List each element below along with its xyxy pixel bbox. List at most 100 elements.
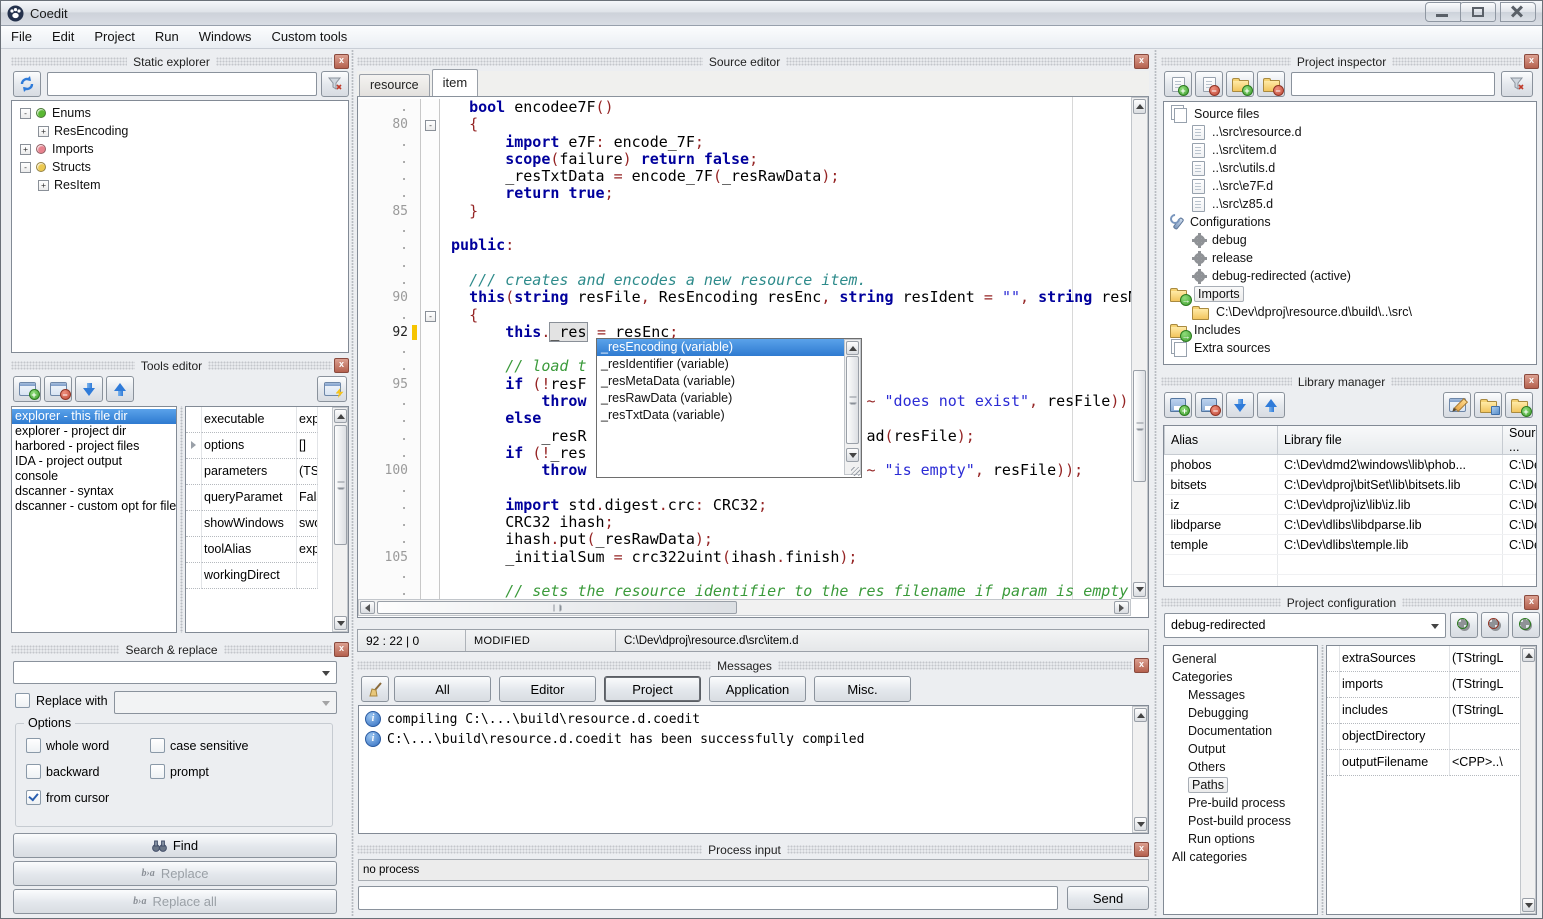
maximize-button[interactable]: [1460, 2, 1496, 22]
grid-expander-cell[interactable]: [1327, 672, 1340, 698]
resize-grip[interactable]: [851, 467, 860, 476]
tools-grid-scrollbar[interactable]: [332, 407, 348, 632]
grid-expander-cell[interactable]: [186, 563, 202, 589]
list-item[interactable]: dscanner - custom opt for file: [12, 499, 176, 514]
category-item[interactable]: Categories: [1164, 668, 1317, 686]
checkbox-backward[interactable]: [26, 764, 41, 779]
tab-item[interactable]: item: [432, 69, 479, 96]
tree-item[interactable]: debug: [1164, 231, 1536, 249]
fold-margin[interactable]: [420, 220, 440, 237]
tab-resource[interactable]: resource: [359, 74, 430, 96]
fold-margin[interactable]: [420, 462, 440, 479]
category-item[interactable]: All categories: [1164, 848, 1317, 866]
code-line[interactable]: 85 }: [358, 203, 1132, 220]
filter-editor[interactable]: Editor: [499, 676, 596, 702]
tree-item[interactable]: -Enums: [12, 104, 348, 122]
menu-windows[interactable]: Windows: [189, 26, 262, 48]
category-item[interactable]: Paths: [1164, 776, 1317, 794]
remove-tool-button[interactable]: [44, 376, 72, 402]
editor-hscrollbar[interactable]: [358, 599, 1131, 616]
completion-scrollbar[interactable]: [844, 339, 861, 475]
table-row[interactable]: bitsetsC:\Dev\dproj\bitSet\lib\bitsets.l…: [1165, 475, 1538, 495]
fold-margin[interactable]: [420, 583, 440, 599]
find-button[interactable]: Find: [13, 833, 337, 858]
code-line[interactable]: .: [358, 220, 1132, 237]
tree-item[interactable]: +Imports: [12, 140, 348, 158]
fold-margin[interactable]: -: [420, 116, 440, 133]
panel-close-icon[interactable]: x: [334, 54, 349, 69]
symbol-search-input[interactable]: [47, 72, 317, 96]
list-item[interactable]: explorer - this file dir: [12, 409, 176, 424]
fold-margin[interactable]: [420, 168, 440, 185]
send-button[interactable]: Send: [1067, 886, 1149, 910]
fold-margin[interactable]: [420, 255, 440, 272]
execute-tool-button[interactable]: [317, 376, 347, 402]
fold-margin[interactable]: [420, 324, 440, 341]
panel-close-icon[interactable]: x: [334, 358, 349, 373]
grid-expander-cell[interactable]: [1327, 646, 1340, 672]
fold-collapse-icon[interactable]: -: [425, 311, 436, 322]
code-line[interactable]: . /// creates and encodes a new resource…: [358, 272, 1132, 289]
checkbox-case-sensitive[interactable]: [150, 738, 165, 753]
remove-folder-button[interactable]: [1257, 71, 1285, 97]
grid-expander-cell[interactable]: [1327, 724, 1340, 750]
fold-margin[interactable]: [420, 203, 440, 220]
clear-messages-button[interactable]: [361, 676, 389, 702]
add-folder-button[interactable]: [1226, 71, 1254, 97]
fold-margin[interactable]: [420, 289, 440, 306]
list-item[interactable]: explorer - project dir: [12, 424, 176, 439]
fold-collapse-icon[interactable]: -: [425, 120, 436, 131]
code-line[interactable]: 90 this(string resFile, ResEncoding resE…: [358, 289, 1132, 306]
list-item[interactable]: console: [12, 469, 176, 484]
code-line[interactable]: . import e7F: encode_7F;: [358, 134, 1132, 151]
inspector-filter-button[interactable]: [1501, 71, 1533, 97]
fold-margin[interactable]: -: [420, 307, 440, 324]
add-configuration-button[interactable]: [1450, 612, 1478, 638]
fold-margin[interactable]: [420, 497, 440, 514]
category-item[interactable]: Output: [1164, 740, 1317, 758]
property-value[interactable]: []: [297, 433, 318, 459]
code-line[interactable]: .: [358, 255, 1132, 272]
property-value[interactable]: (TStringL: [1450, 672, 1521, 698]
property-value[interactable]: [297, 563, 318, 589]
code-line[interactable]: . public:: [358, 237, 1132, 254]
tree-item[interactable]: C:\Dev\dproj\resource.d\build\..\src\: [1164, 303, 1536, 321]
tree-item[interactable]: Source files: [1164, 105, 1536, 123]
remove-configuration-button[interactable]: [1481, 612, 1509, 638]
column-header[interactable]: Sources ...: [1503, 426, 1538, 455]
remove-library-button[interactable]: [1195, 392, 1223, 418]
clone-configuration-button[interactable]: [1512, 612, 1540, 638]
code-line[interactable]: 105 _initialSum = crc322uint(ihash.finis…: [358, 549, 1132, 566]
remove-source-button[interactable]: [1195, 71, 1223, 97]
fold-margin[interactable]: [420, 549, 440, 566]
table-row[interactable]: templeC:\Dev\dlibs\temple.libC:\Dev\r...: [1165, 535, 1538, 555]
property-value[interactable]: swoNone: [297, 511, 318, 537]
fold-margin[interactable]: [420, 393, 440, 410]
panel-close-icon[interactable]: x: [1524, 595, 1539, 610]
configuration-select[interactable]: debug-redirected: [1164, 613, 1446, 638]
config-splitter[interactable]: [1319, 645, 1326, 915]
right-splitter[interactable]: [1152, 49, 1159, 917]
code-line[interactable]: . _resTxtData = encode_7F(_resRawData);: [358, 168, 1132, 185]
replace-all-button[interactable]: b›a Replace all: [13, 889, 337, 914]
code-line[interactable]: . import std.digest.crc: CRC32;: [358, 497, 1132, 514]
filter-all[interactable]: All: [394, 676, 491, 702]
completion-item[interactable]: _resTxtData (variable): [597, 407, 844, 424]
tree-item[interactable]: debug-redirected (active): [1164, 267, 1536, 285]
code-line[interactable]: . CRC32 ihash;: [358, 514, 1132, 531]
checkbox-prompt[interactable]: [150, 764, 165, 779]
property-value[interactable]: (TStringL: [297, 459, 318, 485]
grid-expander-cell[interactable]: [1327, 750, 1340, 776]
fold-margin[interactable]: [420, 410, 440, 427]
category-item[interactable]: Post-build process: [1164, 812, 1317, 830]
column-header[interactable]: Alias: [1165, 426, 1278, 455]
list-item[interactable]: IDA - project output: [12, 454, 176, 469]
log-line[interactable]: icompiling C:\...\build\resource.d.coedi…: [361, 709, 1146, 729]
panel-close-icon[interactable]: x: [1134, 842, 1149, 857]
inspector-filter-input[interactable]: [1291, 72, 1495, 96]
move-library-down-button[interactable]: [1226, 392, 1254, 418]
process-input-field[interactable]: [358, 886, 1058, 910]
tree-item[interactable]: ..\src\z85.d: [1164, 195, 1536, 213]
fold-margin[interactable]: [420, 237, 440, 254]
list-item[interactable]: harbored - project files: [12, 439, 176, 454]
